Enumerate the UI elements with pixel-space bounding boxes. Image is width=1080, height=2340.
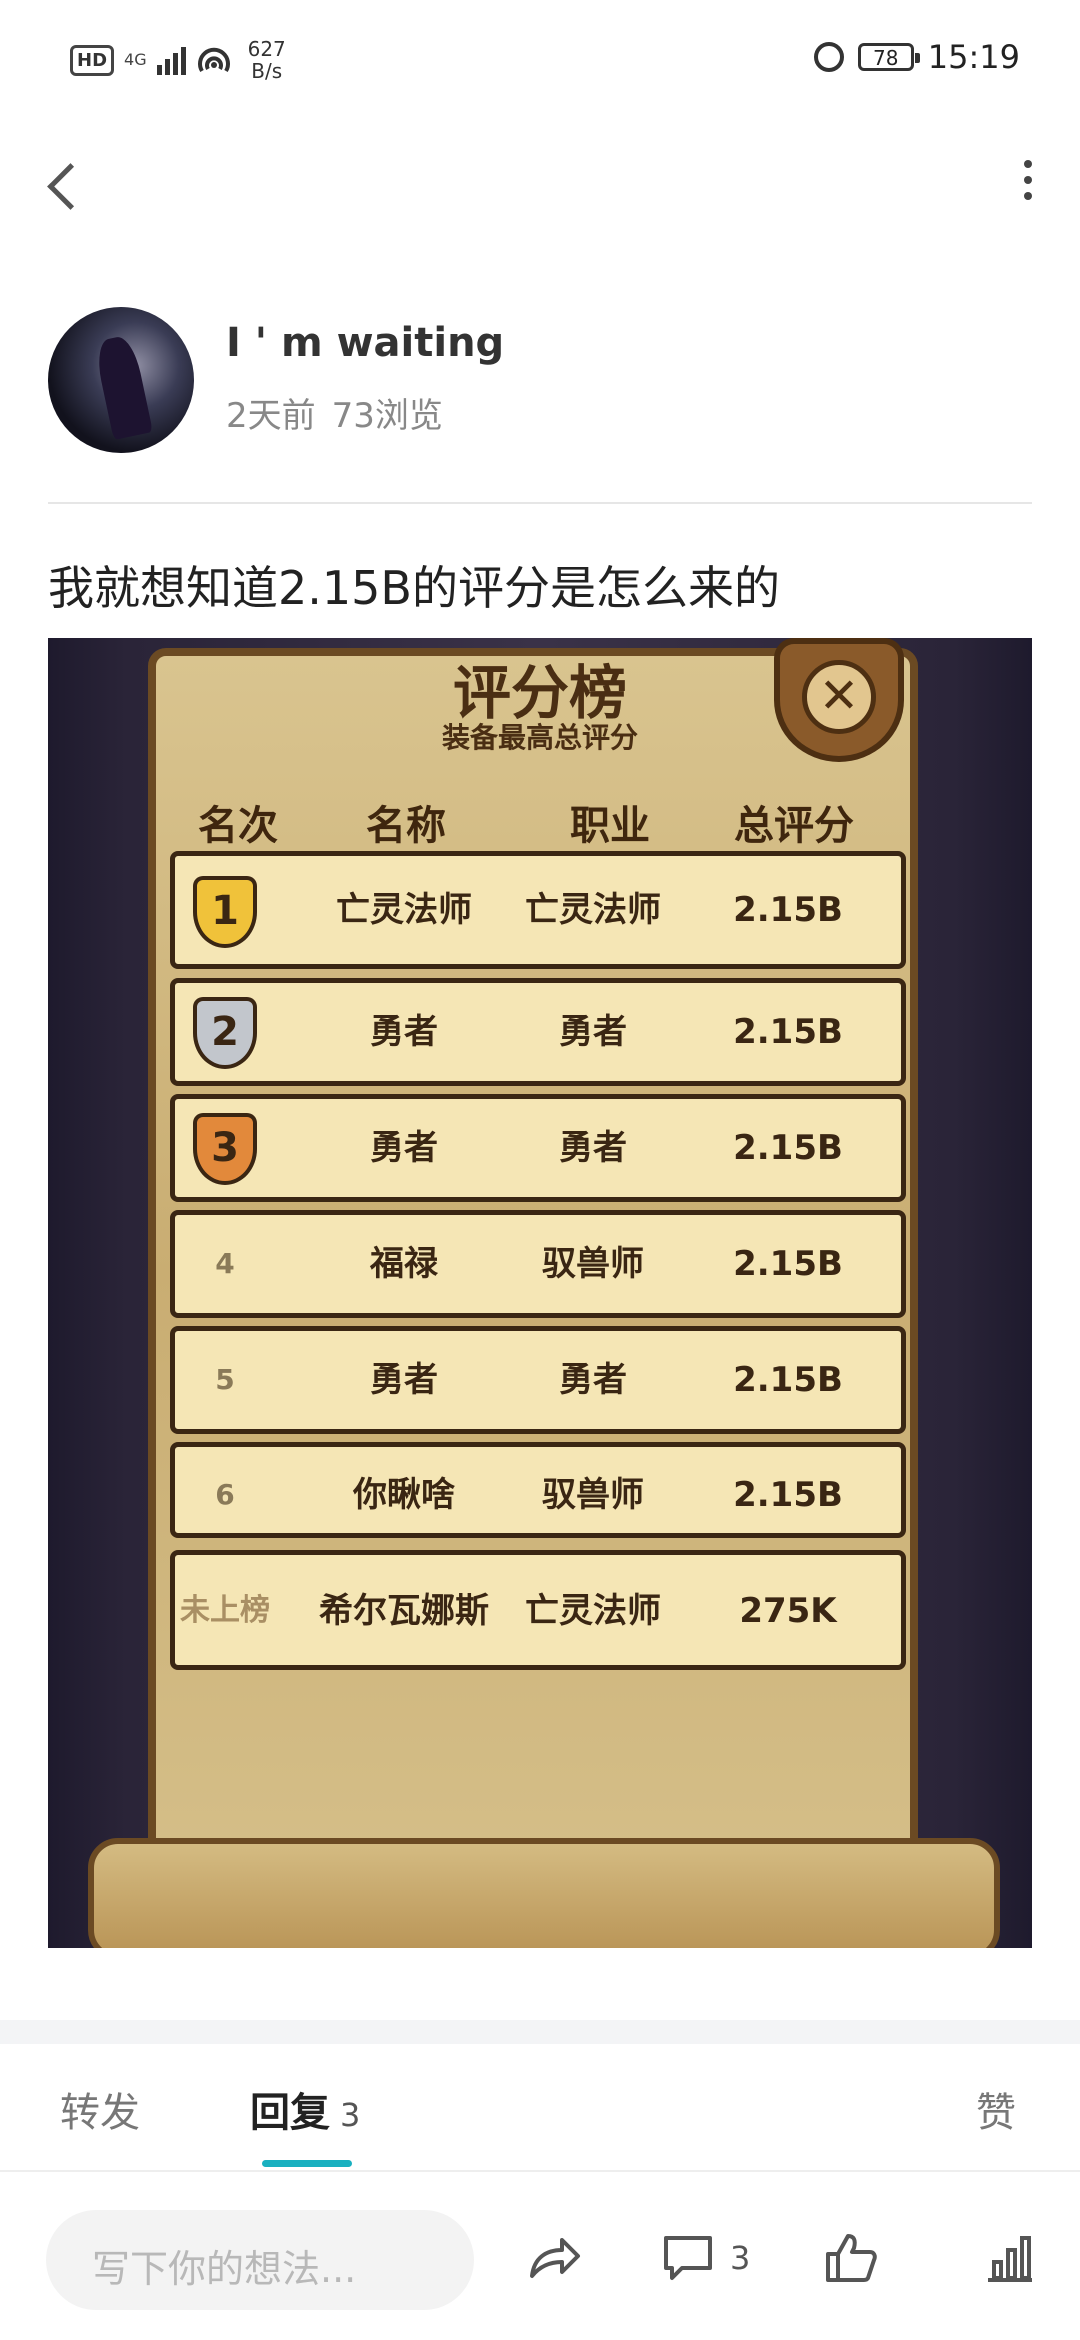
row-score: 2.15B bbox=[733, 1475, 843, 1515]
speed-unit: B/s bbox=[251, 59, 283, 83]
section-gap bbox=[0, 2020, 1080, 2044]
tab-reply-label: 回复 bbox=[250, 2090, 330, 2136]
row-name: 亡灵法师 bbox=[336, 890, 472, 930]
thumbs-up-icon bbox=[822, 2230, 878, 2286]
row-name: 福禄 bbox=[370, 1244, 438, 1284]
comment-icon bbox=[660, 2230, 716, 2286]
tabs-divider bbox=[0, 2170, 1080, 2172]
post-meta: 2天前 73浏览 bbox=[226, 388, 443, 437]
header-rank: 名次 bbox=[198, 803, 278, 849]
tab-indicator bbox=[262, 2160, 352, 2167]
row-score: 2.15B bbox=[733, 890, 843, 930]
row-score: 2.15B bbox=[733, 1128, 843, 1168]
row-score: 2.15B bbox=[733, 1244, 843, 1284]
leaderboard-row-5: 5 勇者 勇者 2.15B bbox=[170, 1326, 906, 1434]
row-job: 亡灵法师 bbox=[525, 1591, 661, 1631]
share-icon bbox=[524, 2228, 584, 2288]
tab-like[interactable]: 赞 bbox=[976, 2080, 1016, 2138]
comment-input[interactable]: 写下你的想法... bbox=[46, 2210, 474, 2310]
tab-reply[interactable]: 回复 3 bbox=[250, 2080, 360, 2138]
gold-medal-icon: 1 bbox=[193, 876, 257, 948]
leaderboard-row-1: 1 亡灵法师 亡灵法师 2.15B bbox=[170, 851, 906, 969]
row-rank: 未上榜 bbox=[180, 1593, 270, 1628]
hd-badge: HD bbox=[70, 44, 115, 76]
bar-chart-icon bbox=[984, 2232, 1036, 2284]
post-image[interactable]: 评分榜 装备最高总评分 ✕ 名次 名称 职业 总评分 1 亡灵法师 亡灵法师 2… bbox=[48, 638, 1032, 1948]
row-rank: 5 bbox=[215, 1363, 235, 1396]
interaction-tabs: 转发 回复 3 赞 bbox=[0, 2044, 1080, 2170]
close-icon: ✕ bbox=[802, 660, 876, 734]
leaderboard-row-4: 4 福禄 驭兽师 2.15B bbox=[170, 1210, 906, 1318]
row-job: 勇者 bbox=[559, 1360, 627, 1400]
status-bar: HD 4G 627 B/s 78 15:19 bbox=[0, 0, 1080, 120]
post-text: 我就想知道2.15B的评分是怎么来的 bbox=[48, 561, 780, 615]
like-button[interactable] bbox=[822, 2218, 878, 2298]
row-rank: 6 bbox=[215, 1478, 235, 1511]
bottom-bar: 写下你的想法... 3 bbox=[0, 2178, 1080, 2340]
speed-value: 627 bbox=[247, 37, 286, 61]
alarm-icon bbox=[813, 42, 844, 72]
status-time: 15:19 bbox=[927, 38, 1020, 76]
row-job: 亡灵法师 bbox=[525, 890, 661, 930]
network-type: 4G bbox=[124, 50, 147, 69]
hotspot-icon bbox=[196, 45, 232, 75]
tab-reply-count: 3 bbox=[340, 2096, 361, 2134]
row-rank: 4 bbox=[215, 1247, 235, 1280]
row-job: 勇者 bbox=[559, 1128, 627, 1168]
row-score: 2.15B bbox=[733, 1012, 843, 1052]
row-name: 勇者 bbox=[370, 1128, 438, 1168]
comment-button[interactable]: 3 bbox=[660, 2218, 750, 2298]
tab-forward[interactable]: 转发 bbox=[60, 2080, 140, 2138]
back-arrow-icon[interactable] bbox=[40, 150, 90, 220]
comment-count: 3 bbox=[730, 2239, 751, 2277]
row-name: 勇者 bbox=[370, 1012, 438, 1052]
scroll-bottom-roll bbox=[88, 1838, 1000, 1948]
row-score: 275K bbox=[739, 1591, 837, 1631]
leaderboard-row-3: 3 勇者 勇者 2.15B bbox=[170, 1094, 906, 1202]
leaderboard-self-row: 未上榜 希尔瓦娜斯 亡灵法师 275K bbox=[170, 1550, 906, 1670]
signal-icon bbox=[156, 45, 186, 75]
stats-button[interactable] bbox=[984, 2218, 1036, 2298]
row-name: 希尔瓦娜斯 bbox=[319, 1591, 489, 1631]
divider bbox=[48, 502, 1032, 504]
silver-medal-icon: 2 bbox=[193, 997, 257, 1069]
status-right: 78 15:19 bbox=[813, 38, 1020, 76]
header-name: 名称 bbox=[366, 803, 446, 849]
row-name: 勇者 bbox=[370, 1360, 438, 1400]
row-job: 驭兽师 bbox=[542, 1244, 644, 1284]
leaderboard-row-2: 2 勇者 勇者 2.15B bbox=[170, 978, 906, 1086]
network-speed: 627 B/s bbox=[248, 38, 286, 82]
header-score: 总评分 bbox=[734, 803, 854, 849]
battery-icon: 78 bbox=[857, 43, 920, 71]
row-job: 勇者 bbox=[559, 1012, 627, 1052]
row-job: 驭兽师 bbox=[542, 1475, 644, 1515]
avatar[interactable] bbox=[48, 307, 194, 453]
bronze-medal-icon: 3 bbox=[193, 1113, 257, 1185]
status-left: HD 4G 627 B/s bbox=[70, 38, 286, 82]
view-count: 73浏览 bbox=[331, 396, 443, 436]
more-vertical-icon[interactable] bbox=[1016, 160, 1040, 210]
row-name: 你瞅啥 bbox=[353, 1475, 455, 1515]
author-name[interactable]: I ' m waiting bbox=[226, 320, 504, 366]
share-button[interactable] bbox=[524, 2218, 584, 2298]
post-time: 2天前 bbox=[226, 396, 316, 436]
comment-placeholder: 写下你的想法... bbox=[92, 2247, 357, 2291]
header-job: 职业 bbox=[570, 803, 650, 849]
row-score: 2.15B bbox=[733, 1360, 843, 1400]
leaderboard-row-6: 6 你瞅啥 驭兽师 2.15B bbox=[170, 1442, 906, 1538]
leaderboard-close-button: ✕ bbox=[774, 638, 904, 762]
